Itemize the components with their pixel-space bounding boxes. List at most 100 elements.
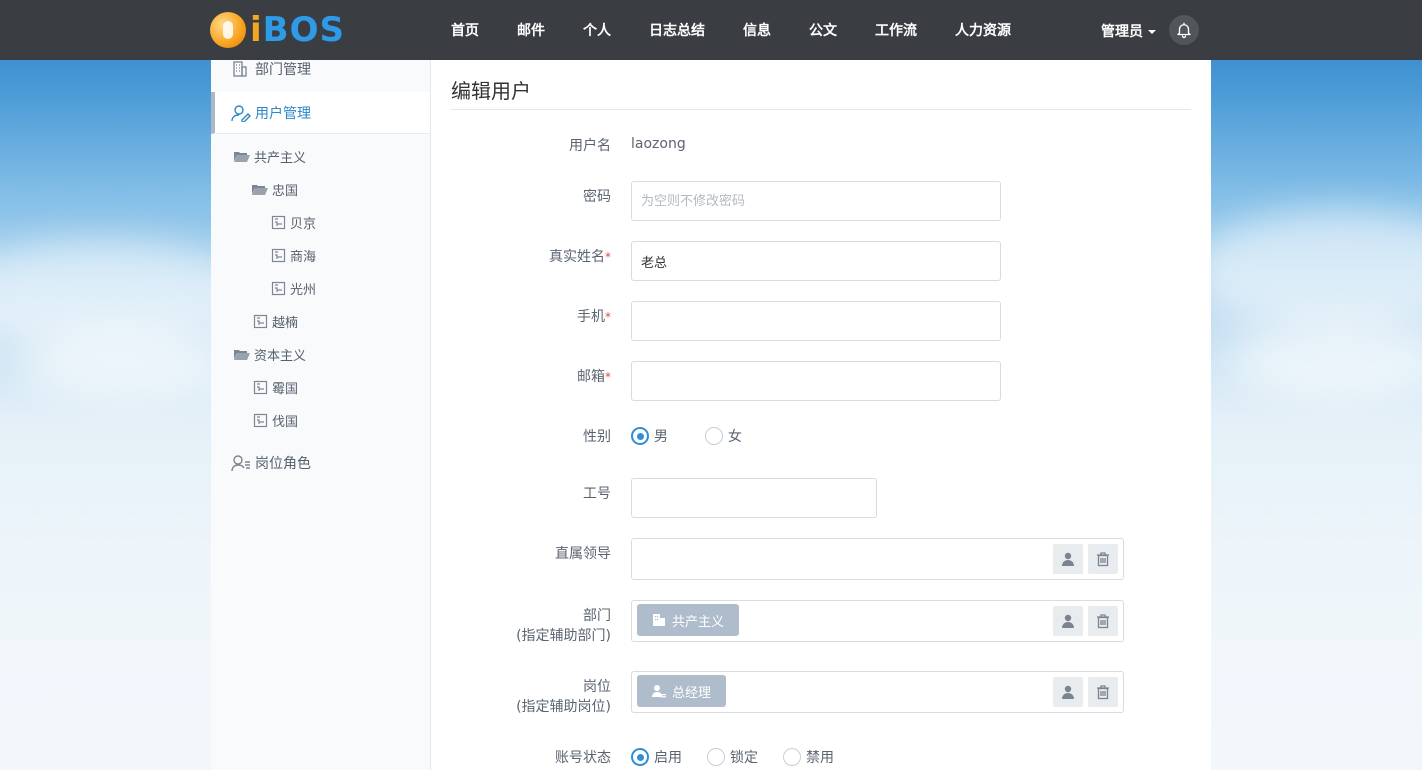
username-value: laozong bbox=[631, 136, 686, 152]
tree-node-communism[interactable]: 共产主义 bbox=[233, 145, 306, 167]
tree-node-label: 霉国 bbox=[272, 381, 299, 397]
nav-home[interactable]: 首页 bbox=[451, 20, 479, 40]
realname-label: 真实姓名* bbox=[549, 247, 611, 267]
chip-label: 总经理 bbox=[672, 685, 712, 701]
password-input[interactable] bbox=[631, 181, 1001, 221]
nav-diary[interactable]: 日志总结 bbox=[649, 20, 705, 40]
supervisor-label: 直属领导 bbox=[555, 546, 611, 562]
sidebar: 部门管理 用户管理 共产主义 忠国 贝京 商海 光州 越楠 资本主义 霉国 伐国… bbox=[211, 60, 431, 770]
email-input[interactable] bbox=[631, 361, 1001, 401]
department-chip[interactable]: 共产主义 bbox=[637, 604, 740, 636]
radio-label: 启用 bbox=[654, 750, 682, 766]
admin-menu[interactable]: 管理员 bbox=[1101, 21, 1156, 41]
radio-label: 女 bbox=[728, 429, 742, 445]
page-title: 编辑用户 bbox=[451, 79, 531, 103]
org-doc-icon bbox=[253, 314, 268, 328]
clear-button[interactable] bbox=[1088, 544, 1118, 574]
status-disabled-radio[interactable]: 禁用 bbox=[783, 747, 834, 767]
trash-icon bbox=[1097, 551, 1109, 566]
realname-input[interactable] bbox=[631, 241, 1001, 281]
mobile-label: 手机* bbox=[577, 307, 611, 327]
jobnumber-input[interactable] bbox=[631, 478, 877, 518]
main-nav: 首页 邮件 个人 日志总结 信息 公文 工作流 人力资源 bbox=[451, 0, 1049, 60]
nav-message[interactable]: 信息 bbox=[743, 20, 771, 40]
required-mark: * bbox=[605, 250, 611, 264]
sidebar-item-label: 岗位角色 bbox=[255, 456, 311, 472]
department-label: 部门 (指定辅助部门) bbox=[516, 606, 611, 646]
sidebar-item-users[interactable]: 用户管理 bbox=[211, 92, 430, 134]
select-position-button[interactable] bbox=[1053, 677, 1083, 707]
tree-node-label: 共产主义 bbox=[254, 150, 307, 166]
user-list-icon bbox=[231, 455, 250, 472]
mobile-input[interactable] bbox=[631, 301, 1001, 341]
org-doc-icon bbox=[253, 413, 268, 427]
title-divider bbox=[451, 109, 1191, 110]
trash-icon bbox=[1097, 613, 1109, 628]
main-content: 编辑用户 用户名 laozong 密码 真实姓名* 手机* 邮箱* 性别 男 女… bbox=[431, 60, 1211, 770]
status-enabled-radio[interactable]: 启用 bbox=[631, 747, 682, 767]
supervisor-picker[interactable] bbox=[631, 538, 1124, 580]
tree-node-label: 商海 bbox=[290, 249, 317, 265]
radio-label: 禁用 bbox=[806, 750, 834, 766]
tree-node-label: 忠国 bbox=[272, 183, 299, 199]
tree-node-label: 光州 bbox=[290, 282, 317, 298]
nav-workflow[interactable]: 工作流 bbox=[875, 20, 917, 40]
trash-icon bbox=[1097, 684, 1109, 699]
user-icon bbox=[1062, 614, 1074, 628]
sidebar-item-positions[interactable]: 岗位角色 bbox=[211, 443, 430, 483]
mobile-label-text: 手机 bbox=[577, 309, 605, 325]
tree-node-beijing[interactable]: 贝京 bbox=[271, 211, 316, 233]
nav-personal[interactable]: 个人 bbox=[583, 20, 611, 40]
position-label-text: 岗位 bbox=[583, 679, 611, 695]
position-chip[interactable]: 总经理 bbox=[637, 675, 727, 707]
cloud-decoration bbox=[1230, 320, 1422, 400]
tree-node-meiguo[interactable]: 霉国 bbox=[253, 376, 298, 398]
bell-icon bbox=[1177, 22, 1191, 39]
building-icon bbox=[653, 614, 665, 626]
tree-node-yuenan[interactable]: 越楠 bbox=[253, 310, 298, 332]
clear-button[interactable] bbox=[1088, 606, 1118, 636]
nav-mail[interactable]: 邮件 bbox=[517, 20, 545, 40]
tree-node-capitalism[interactable]: 资本主义 bbox=[233, 343, 306, 365]
position-label: 岗位 (指定辅助岗位) bbox=[516, 677, 611, 717]
tree-node-label: 越楠 bbox=[272, 315, 299, 331]
tree-node-zhongguo[interactable]: 忠国 bbox=[251, 178, 298, 200]
org-doc-icon bbox=[271, 248, 286, 262]
gender-female-radio[interactable]: 女 bbox=[705, 426, 742, 446]
gender-label: 性别 bbox=[583, 429, 611, 445]
nav-document[interactable]: 公文 bbox=[809, 20, 837, 40]
cloud-decoration bbox=[20, 330, 240, 400]
sidebar-item-label: 用户管理 bbox=[255, 105, 311, 122]
folder-open-icon bbox=[252, 184, 268, 195]
ibos-logo[interactable]: iBOS bbox=[210, 10, 345, 50]
sidebar-item-department[interactable]: 部门管理 bbox=[211, 49, 430, 89]
tree-node-shanghai[interactable]: 商海 bbox=[271, 244, 316, 266]
tree-node-guangzhou[interactable]: 光州 bbox=[271, 277, 316, 299]
cloud-decoration bbox=[1190, 210, 1422, 330]
user-icon bbox=[1062, 552, 1074, 566]
position-picker[interactable]: 总经理 bbox=[631, 671, 1124, 713]
required-mark: * bbox=[605, 370, 611, 384]
realname-label-text: 真实姓名 bbox=[549, 249, 605, 265]
nav-hr[interactable]: 人力资源 bbox=[955, 20, 1011, 40]
department-picker[interactable]: 共产主义 bbox=[631, 600, 1124, 642]
tree-node-label: 贝京 bbox=[290, 216, 317, 232]
building-icon bbox=[233, 61, 247, 77]
status-locked-radio[interactable]: 锁定 bbox=[707, 747, 758, 767]
org-doc-icon bbox=[271, 281, 286, 295]
org-doc-icon bbox=[271, 215, 286, 229]
select-user-button[interactable] bbox=[1053, 544, 1083, 574]
department-label-sub: (指定辅助部门) bbox=[516, 628, 611, 644]
tree-node-label: 伐国 bbox=[272, 414, 299, 430]
select-department-button[interactable] bbox=[1053, 606, 1083, 636]
notification-button[interactable] bbox=[1169, 15, 1199, 45]
email-label-text: 邮箱 bbox=[577, 369, 605, 385]
radio-unchecked-icon bbox=[783, 748, 801, 766]
gender-male-radio[interactable]: 男 bbox=[631, 426, 668, 446]
jobnumber-label: 工号 bbox=[583, 486, 611, 502]
caret-down-icon bbox=[1148, 30, 1156, 34]
user-icon bbox=[1062, 685, 1074, 699]
user-edit-icon bbox=[231, 104, 251, 122]
tree-node-faguo[interactable]: 伐国 bbox=[253, 409, 298, 431]
clear-button[interactable] bbox=[1088, 677, 1118, 707]
